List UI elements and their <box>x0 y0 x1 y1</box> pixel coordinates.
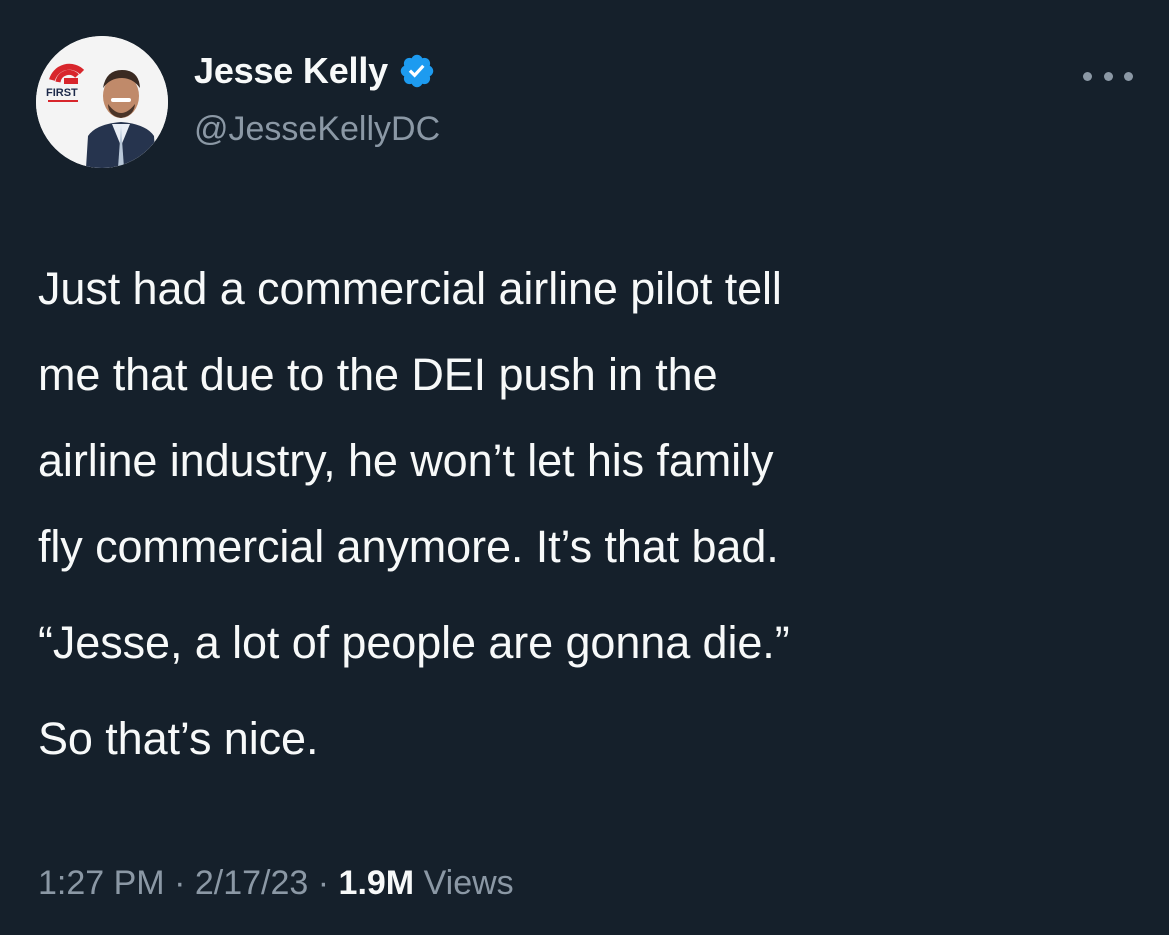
tweet-line: me that due to the DEI push in the <box>38 349 718 400</box>
tweet-card: FIRST Jesse Kelly @JesseKellyDC Just had… <box>0 0 1169 935</box>
meta-separator: · <box>317 864 330 902</box>
meta-separator: · <box>174 864 186 902</box>
display-name[interactable]: Jesse Kelly <box>194 53 388 89</box>
tweet-line: airline industry, he won’t let his famil… <box>38 435 774 486</box>
tweet-line: fly commercial anymore. It’s that bad. <box>38 521 779 572</box>
tweet-text: Just had a commercial airline pilot tell… <box>38 246 1148 782</box>
verified-badge-icon <box>400 54 434 88</box>
avatar-badge-text: FIRST <box>46 87 78 99</box>
tweet-line: Just had a commercial airline pilot tell <box>38 263 782 314</box>
username-handle[interactable]: @JesseKellyDC <box>194 112 440 146</box>
tweet-time[interactable]: 1:27 PM <box>38 864 165 902</box>
more-horizontal-icon <box>1103 71 1113 81</box>
views-label[interactable]: Views <box>424 864 514 902</box>
author-name-row[interactable]: Jesse Kelly <box>194 52 436 90</box>
tweet-closing-line: So that’s nice. <box>38 713 319 764</box>
more-horizontal-icon <box>1124 71 1133 81</box>
more-horizontal-icon <box>1083 71 1092 81</box>
tweet-date[interactable]: 2/17/23 <box>195 864 308 902</box>
avatar-image: FIRST <box>36 36 168 168</box>
tweet-meta: 1:27 PM · 2/17/23 · 1.9M Views <box>38 866 514 900</box>
avatar[interactable]: FIRST <box>36 36 168 168</box>
views-count[interactable]: 1.9M <box>339 864 415 902</box>
more-options-button[interactable] <box>1083 64 1133 88</box>
tweet-quote-line: “Jesse, a lot of people are gonna die.” <box>38 617 790 668</box>
